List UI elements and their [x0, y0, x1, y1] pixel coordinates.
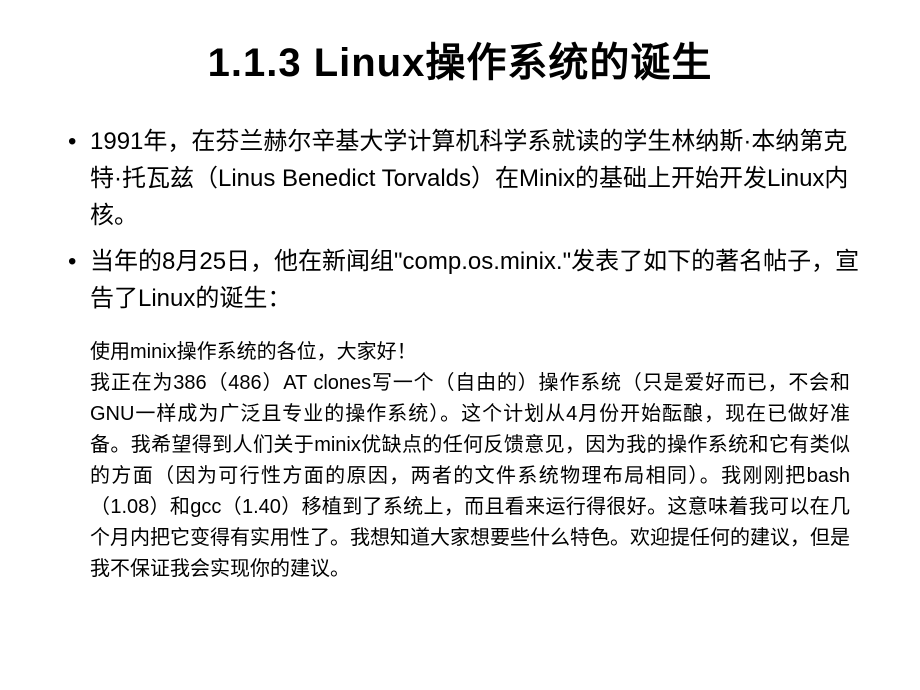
- quote-body: 我正在为386（486）AT clones写一个（自由的）操作系统（只是爱好而已…: [90, 368, 850, 585]
- bullet-item: 1991年，在芬兰赫尔辛基大学计算机科学系就读的学生林纳斯·本纳第克特·托瓦兹（…: [60, 123, 860, 235]
- quote-block: 使用minix操作系统的各位，大家好！ 我正在为386（486）AT clone…: [60, 337, 860, 585]
- slide-title: 1.1.3 Linux操作系统的诞生: [60, 30, 860, 88]
- quote-greeting: 使用minix操作系统的各位，大家好！: [90, 337, 850, 368]
- bullet-item: 当年的8月25日，他在新闻组"comp.os.minix."发表了如下的著名帖子…: [60, 243, 860, 317]
- bullet-list: 1991年，在芬兰赫尔辛基大学计算机科学系就读的学生林纳斯·本纳第克特·托瓦兹（…: [60, 123, 860, 317]
